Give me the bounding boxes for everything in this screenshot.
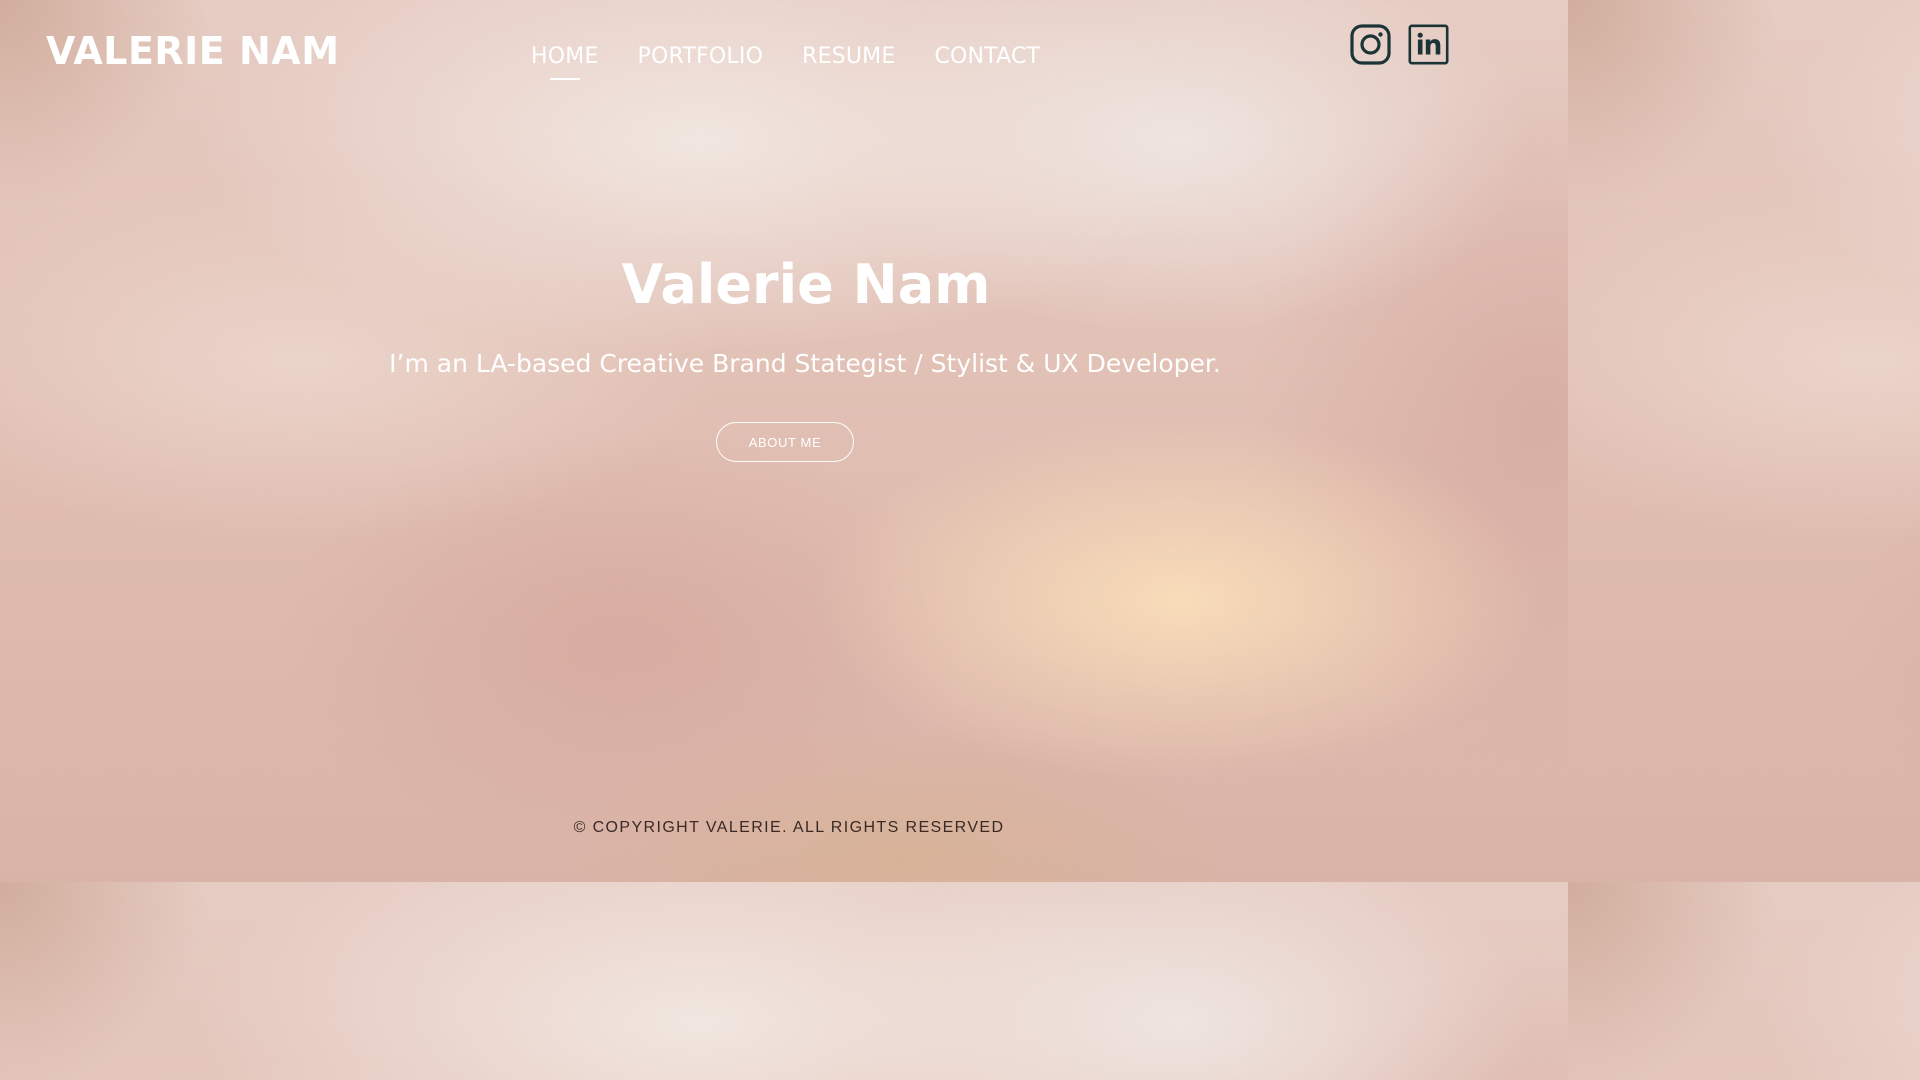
nav-portfolio-link[interactable]: PORTFOLIO (638, 42, 764, 72)
social-links (1350, 24, 1449, 65)
about-me-button[interactable]: ABOUT ME (716, 422, 854, 462)
site-logo[interactable]: VALERIE NAM (46, 28, 340, 74)
instagram-icon[interactable] (1350, 24, 1391, 65)
hero-title: Valerie Nam (621, 253, 991, 316)
nav-home-link[interactable]: HOME (531, 42, 599, 72)
linkedin-icon[interactable] (1408, 24, 1449, 65)
copyright-text: © COPYRIGHT VALERIE. ALL RIGHTS RESERVED (573, 819, 1005, 836)
main-nav: HOME PORTFOLIO RESUME CONTACT (531, 42, 1040, 72)
nav-resume-link[interactable]: RESUME (802, 42, 895, 72)
hero-subtitle: I’m an LA-based Creative Brand Stategist… (389, 349, 1221, 378)
nav-contact-link[interactable]: CONTACT (934, 42, 1040, 72)
